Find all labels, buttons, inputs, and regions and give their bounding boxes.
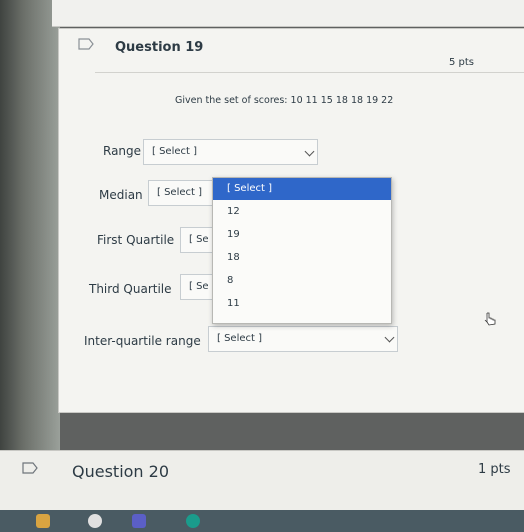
range-label: Range [103, 144, 142, 158]
interquartile-range-select[interactable]: [ Select ] [208, 326, 398, 352]
file-explorer-icon[interactable] [36, 514, 50, 528]
dropdown-option[interactable]: [ Select ] [213, 178, 391, 200]
range-select[interactable]: [ Select ] [143, 139, 318, 165]
flag-icon[interactable] [78, 38, 94, 50]
dropdown-option[interactable]: 19 [213, 223, 391, 246]
median-select-value: [ Select ] [157, 187, 203, 198]
third-quartile-select-value: [ Se [189, 281, 209, 292]
third-quartile-select[interactable]: [ Se [180, 274, 214, 300]
question-prompt: Given the set of scores: 10 11 15 18 18 … [175, 95, 394, 106]
range-select-value: [ Select ] [152, 146, 198, 157]
next-question-points: 1 pts [478, 462, 511, 477]
first-quartile-label: First Quartile [97, 233, 175, 247]
previous-question-card [52, 0, 524, 27]
dropdown-option[interactable]: 8 [213, 269, 391, 292]
dropdown-option[interactable]: 18 [213, 246, 391, 269]
first-quartile-select[interactable]: [ Se [180, 227, 214, 253]
dropdown-option[interactable]: 11 [213, 292, 391, 315]
next-question-title: Question 20 [72, 462, 170, 481]
interquartile-range-select-value: [ Select ] [217, 333, 263, 344]
median-select[interactable]: [ Select ] [148, 180, 214, 206]
first-quartile-select-value: [ Se [189, 234, 209, 245]
third-quartile-label: Third Quartile [89, 282, 172, 296]
mouse-cursor-icon [484, 312, 496, 326]
edge-icon[interactable] [186, 514, 200, 528]
dropdown-list: [ Select ] 12 19 18 8 11 [212, 177, 392, 324]
flag-icon[interactable] [22, 462, 38, 474]
browser-icon[interactable] [88, 514, 102, 528]
question-title: Question 19 [115, 40, 204, 55]
taskbar [0, 510, 524, 532]
dropdown-option[interactable]: 12 [213, 200, 391, 223]
teams-icon[interactable] [132, 514, 146, 528]
median-label: Median [99, 188, 143, 202]
interquartile-range-label: Inter-quartile range [84, 334, 201, 348]
question-points: 5 pts [449, 57, 475, 68]
